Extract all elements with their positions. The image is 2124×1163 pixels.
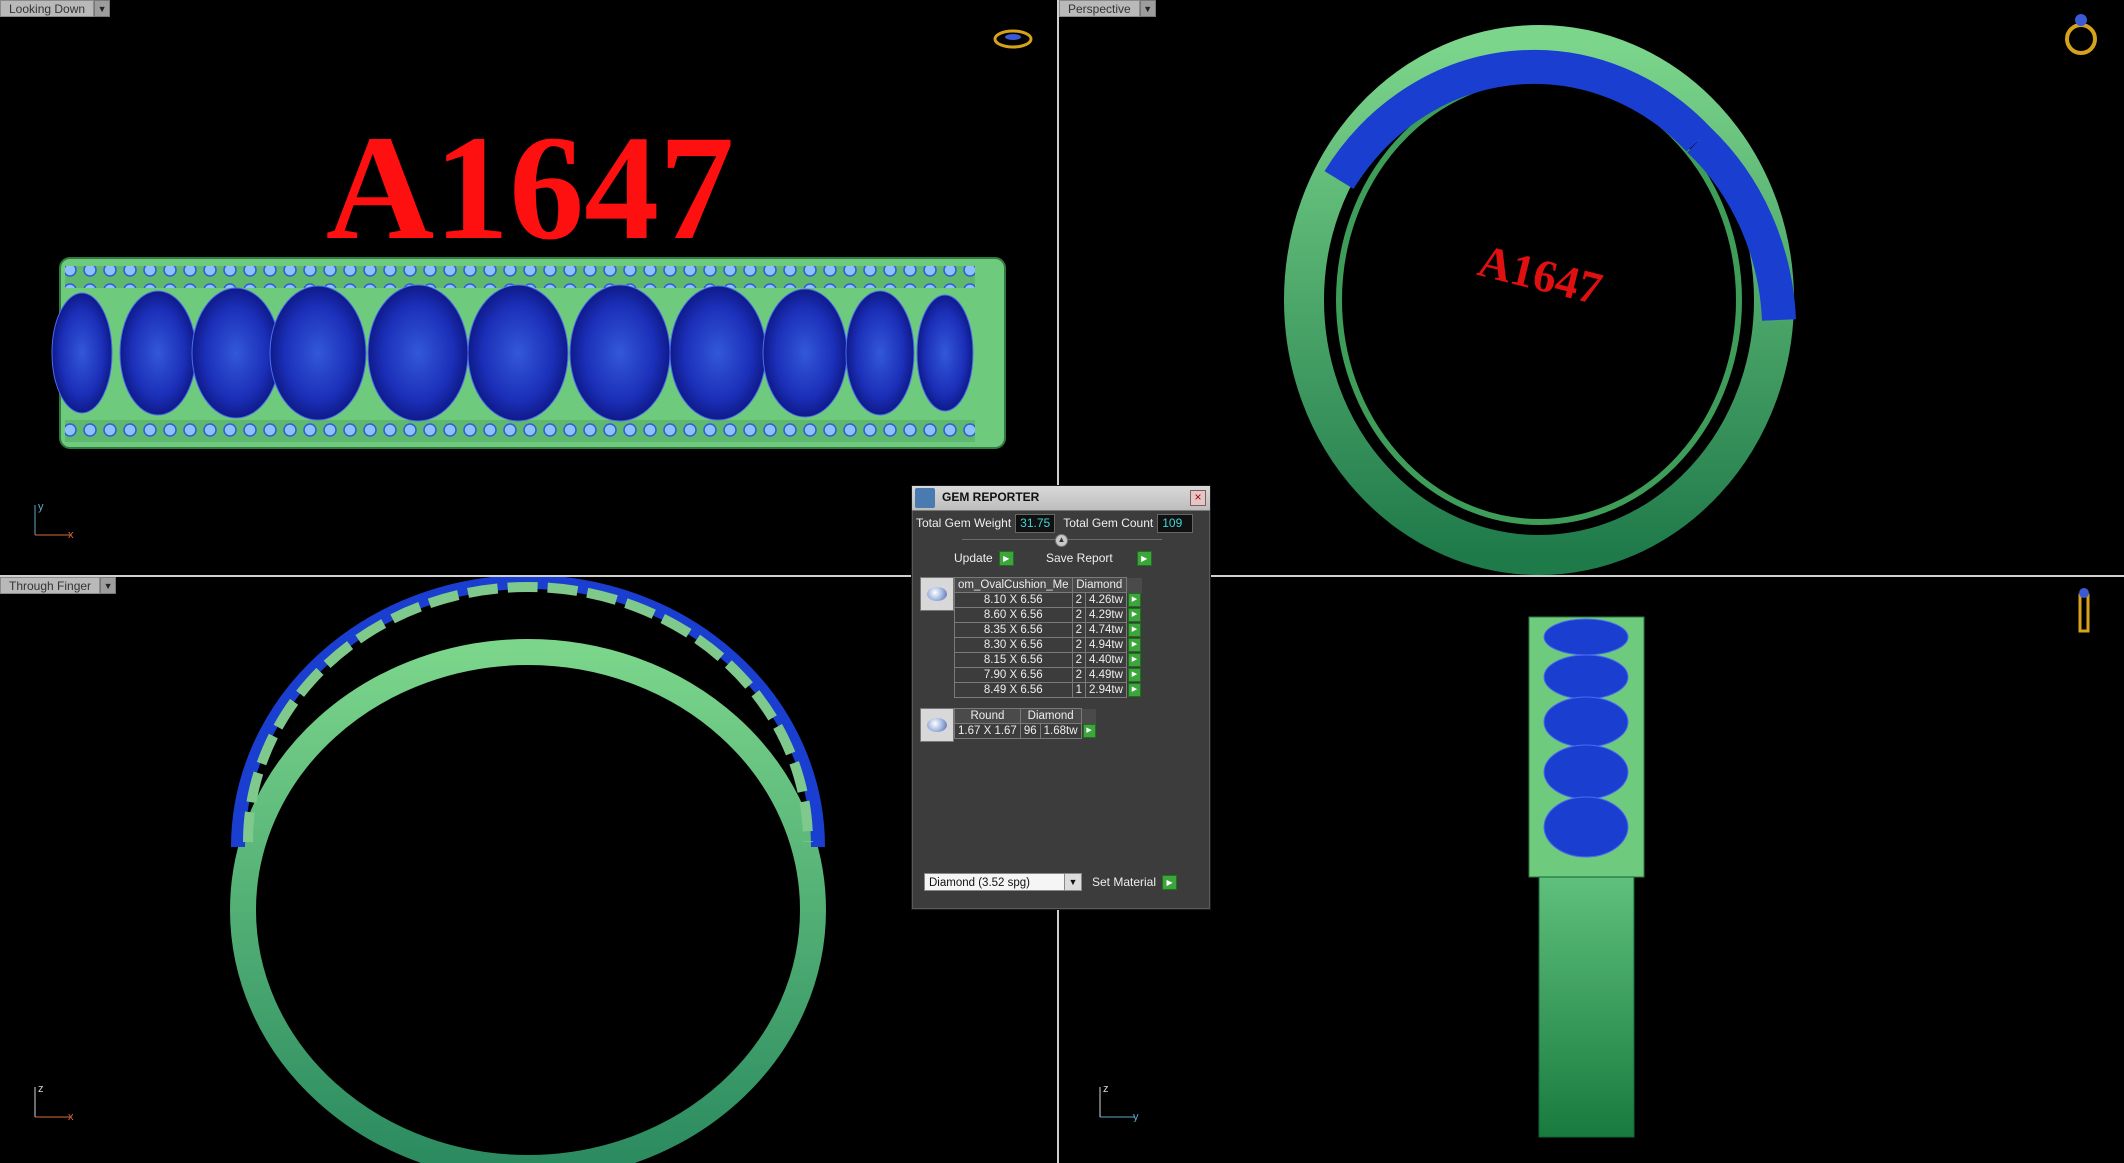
gem-material: Diamond xyxy=(1071,577,1127,593)
material-row: Diamond (3.52 spg) ▼ Set Material ▶ xyxy=(924,872,1178,892)
gem-weight: 2.94tw xyxy=(1085,682,1127,698)
axis-z-label: z xyxy=(38,1083,44,1095)
gem-size: 8.30 X 6.56 xyxy=(954,637,1073,653)
total-weight-label: Total Gem Weight xyxy=(916,516,1012,530)
ring-view-icon[interactable] xyxy=(2074,587,2094,642)
update-label: Update xyxy=(954,551,993,565)
select-row-button[interactable]: ▶ xyxy=(1126,608,1142,623)
chevron-down-icon[interactable]: ▼ xyxy=(1064,874,1081,890)
gem-table: Round Diamond 1.67 X 1.67 96 1.68tw ▶ xyxy=(954,708,1097,739)
gem-shape: Round xyxy=(954,708,1021,724)
gem-weight: 4.29tw xyxy=(1085,607,1127,623)
update-button[interactable]: Update ▶ xyxy=(954,549,1014,567)
gem-size: 7.90 X 6.56 xyxy=(954,667,1073,683)
gem-weight: 4.49tw xyxy=(1085,667,1127,683)
save-report-button[interactable]: Save Report ▶ xyxy=(1046,549,1152,567)
table-row[interactable]: 7.90 X 6.56 2 4.49tw ▶ xyxy=(954,667,1143,683)
select-row-button[interactable]: ▶ xyxy=(1126,638,1142,653)
material-select[interactable]: Diamond (3.52 spg) ▼ xyxy=(924,873,1082,891)
save-report-label: Save Report xyxy=(1046,551,1113,565)
gem-count: 2 xyxy=(1071,592,1087,608)
gem-size: 8.15 X 6.56 xyxy=(954,652,1073,668)
axis-indicator: z y xyxy=(1095,1082,1145,1125)
select-row-button[interactable]: ▶ xyxy=(1081,724,1097,739)
axis-y-label: y xyxy=(1133,1111,1139,1122)
select-row-button[interactable]: ▶ xyxy=(1126,593,1142,608)
table-row[interactable]: 1.67 X 1.67 96 1.68tw ▶ xyxy=(954,723,1097,739)
engraving-text: A1647 xyxy=(326,105,734,271)
axis-indicator: z x xyxy=(30,1082,80,1125)
gem-weight: 4.94tw xyxy=(1085,637,1127,653)
table-row[interactable]: 8.10 X 6.56 2 4.26tw ▶ xyxy=(954,592,1143,608)
gem-reporter-dialog[interactable]: GEM REPORTER × Total Gem Weight 31.75 To… xyxy=(911,485,1211,910)
play-icon: ▶ xyxy=(1162,874,1178,890)
gem-count: 1 xyxy=(1071,682,1087,698)
gem-weight: 1.68tw xyxy=(1039,723,1082,739)
app-logo-icon xyxy=(915,488,935,508)
dialog-title: GEM REPORTER xyxy=(942,490,1040,504)
gem-size: 8.10 X 6.56 xyxy=(954,592,1073,608)
viewport-perspective[interactable]: Perspective ▼ A1647 xyxy=(1059,0,2124,575)
ring-view-icon[interactable] xyxy=(993,28,1033,55)
gem-size: 8.35 X 6.56 xyxy=(954,622,1073,638)
gem-count: 2 xyxy=(1071,652,1087,668)
viewport-looking-down[interactable]: Looking Down ▼ A1647 y x xyxy=(0,0,1057,575)
table-row[interactable]: 8.35 X 6.56 2 4.74tw ▶ xyxy=(954,622,1143,638)
select-row-button[interactable]: ▶ xyxy=(1126,653,1142,668)
ring-perspective-render: A1647 xyxy=(1284,25,1796,575)
gem-count: 2 xyxy=(1071,637,1087,653)
set-material-label: Set Material xyxy=(1092,875,1157,889)
gem-thumbnail-icon[interactable] xyxy=(920,577,954,611)
material-select-value: Diamond (3.52 spg) xyxy=(929,877,1030,889)
gem-weight: 4.26tw xyxy=(1085,592,1127,608)
axis-x-label: x xyxy=(68,1111,74,1122)
ring-view-icon[interactable] xyxy=(2063,6,2099,65)
gem-size: 8.49 X 6.56 xyxy=(954,682,1073,698)
gem-material: Diamond xyxy=(1019,708,1082,724)
select-row-button[interactable]: ▶ xyxy=(1126,668,1142,683)
ring-top-view-render: A1647 xyxy=(51,105,1006,449)
set-material-button[interactable]: Set Material ▶ xyxy=(1092,873,1178,891)
select-row-button[interactable]: ▶ xyxy=(1126,683,1142,698)
gem-table: om_OvalCushion_Me Diamond 8.10 X 6.56 2 … xyxy=(954,577,1143,698)
select-row-button[interactable]: ▶ xyxy=(1126,623,1142,638)
table-row[interactable]: 8.30 X 6.56 2 4.94tw ▶ xyxy=(954,637,1143,653)
viewport-through-finger[interactable]: Through Finger ▼ z x xyxy=(0,577,1057,1163)
close-icon[interactable]: × xyxy=(1190,490,1206,506)
play-icon: ▶ xyxy=(1136,550,1152,566)
axis-y-label: y xyxy=(38,501,44,513)
table-row[interactable]: 8.49 X 6.56 1 2.94tw ▶ xyxy=(954,682,1143,698)
gem-size: 8.60 X 6.56 xyxy=(954,607,1073,623)
totals-row: Total Gem Weight 31.75 Total Gem Count 1… xyxy=(916,513,1194,533)
engraving-text-perspective: A1647 xyxy=(1473,235,1607,315)
gem-count: 2 xyxy=(1071,622,1087,638)
ring-profile-render xyxy=(1528,616,1645,1138)
ring-side-view-render xyxy=(230,577,826,1163)
collapse-icon[interactable]: ▲ xyxy=(1055,534,1068,547)
table-row[interactable]: 8.60 X 6.56 2 4.29tw ▶ xyxy=(954,607,1143,623)
total-count-value: 109 xyxy=(1157,513,1194,533)
gem-count: 2 xyxy=(1071,607,1087,623)
gem-weight: 4.74tw xyxy=(1085,622,1127,638)
gem-size: 1.67 X 1.67 xyxy=(954,723,1021,739)
gem-weight: 4.40tw xyxy=(1085,652,1127,668)
gem-count: 96 xyxy=(1019,723,1041,739)
axis-x-label: x xyxy=(68,529,74,540)
axis-indicator: y x xyxy=(30,500,80,543)
gem-thumbnail-icon[interactable] xyxy=(920,708,954,742)
viewport-side[interactable]: z y xyxy=(1059,577,2124,1163)
gem-shape: om_OvalCushion_Me xyxy=(954,577,1073,593)
gem-count: 2 xyxy=(1071,667,1087,683)
total-count-label: Total Gem Count xyxy=(1063,516,1154,530)
play-icon: ▶ xyxy=(998,550,1014,566)
dialog-titlebar[interactable]: GEM REPORTER × xyxy=(912,486,1210,511)
table-row[interactable]: 8.15 X 6.56 2 4.40tw ▶ xyxy=(954,652,1143,668)
total-weight-value: 31.75 xyxy=(1015,513,1056,533)
axis-z-label: z xyxy=(1103,1083,1109,1095)
